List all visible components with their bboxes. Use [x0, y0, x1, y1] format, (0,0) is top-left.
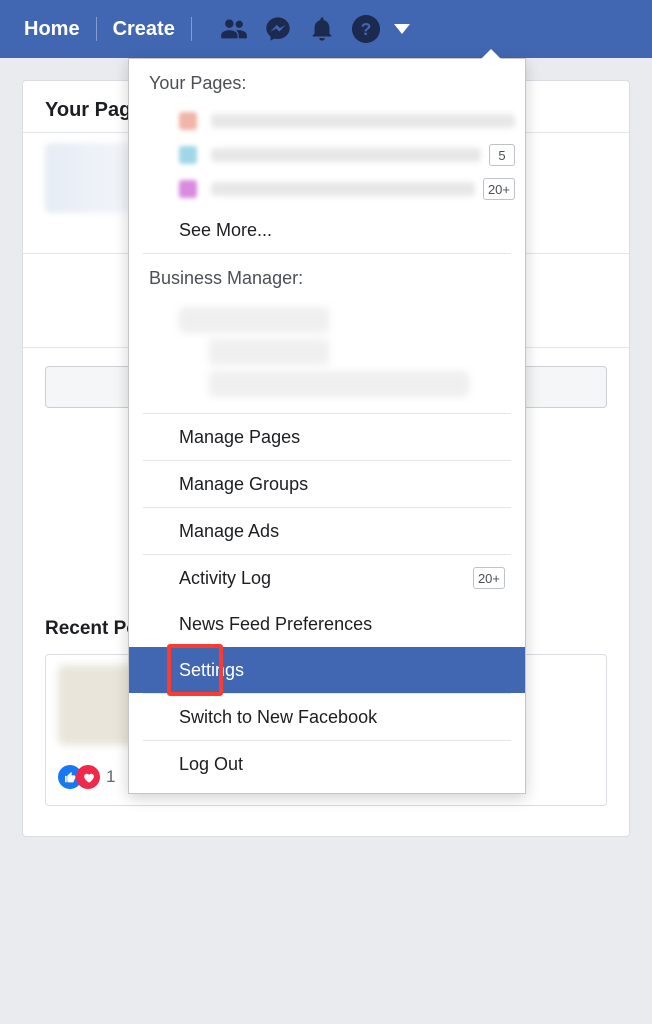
business-manager-list [129, 295, 525, 413]
help-icon[interactable]: ? [344, 7, 388, 51]
see-more-link[interactable]: See More... [129, 212, 525, 253]
notifications-icon[interactable] [300, 7, 344, 51]
nav-icons-group: ? [212, 7, 410, 51]
page-name-redacted [211, 114, 515, 128]
bm-item-redacted[interactable] [209, 371, 469, 397]
your-pages-list: 5 20+ [129, 100, 525, 212]
business-manager-section-label: Business Manager: [129, 254, 525, 295]
page-row[interactable] [179, 104, 515, 138]
nav-divider [96, 17, 97, 41]
menu-item-label: Manage Pages [179, 427, 505, 448]
page-avatar-redacted [179, 112, 197, 130]
nav-divider [191, 17, 192, 41]
page-name-redacted [211, 148, 481, 162]
nav-create-link[interactable]: Create [103, 12, 185, 47]
love-reaction-icon [76, 765, 100, 789]
account-menu-caret-icon[interactable] [394, 24, 410, 34]
menu-item-label: Manage Groups [179, 474, 505, 495]
page-name-redacted [211, 182, 475, 196]
page-row[interactable]: 20+ [179, 172, 515, 206]
notification-badge: 20+ [473, 567, 505, 589]
bm-item-redacted[interactable] [209, 339, 329, 365]
page-row[interactable]: 5 [179, 138, 515, 172]
dropdown-arrow-icon [481, 49, 501, 59]
news-feed-preferences-item[interactable]: News Feed Preferences [129, 601, 525, 647]
your-pages-section-label: Your Pages: [129, 59, 525, 100]
menu-item-label: News Feed Preferences [179, 614, 505, 635]
friends-icon[interactable] [212, 7, 256, 51]
manage-ads-item[interactable]: Manage Ads [129, 508, 525, 554]
bm-item-redacted[interactable] [179, 307, 329, 333]
activity-log-item[interactable]: Activity Log 20+ [129, 555, 525, 601]
log-out-item[interactable]: Log Out [129, 741, 525, 787]
settings-item[interactable]: Settings [129, 647, 525, 693]
page-avatar-redacted [179, 180, 197, 198]
menu-item-label: Switch to New Facebook [179, 707, 505, 728]
page-avatar-redacted [179, 146, 197, 164]
top-navbar: Home Create ? [0, 0, 652, 58]
notification-badge: 20+ [483, 178, 515, 200]
manage-groups-item[interactable]: Manage Groups [129, 461, 525, 507]
account-dropdown-menu: Your Pages: 5 20+ See More... Business M… [128, 58, 526, 794]
notification-badge: 5 [489, 144, 515, 166]
switch-to-new-facebook-item[interactable]: Switch to New Facebook [129, 694, 525, 740]
menu-item-label: Manage Ads [179, 521, 505, 542]
menu-item-label: Settings [179, 660, 505, 681]
reaction-count: 1 [106, 767, 115, 787]
nav-home-link[interactable]: Home [14, 12, 90, 47]
menu-item-label: Log Out [179, 754, 505, 775]
menu-item-label: Activity Log [179, 568, 465, 589]
messenger-icon[interactable] [256, 7, 300, 51]
svg-text:?: ? [360, 19, 371, 39]
manage-pages-item[interactable]: Manage Pages [129, 414, 525, 460]
